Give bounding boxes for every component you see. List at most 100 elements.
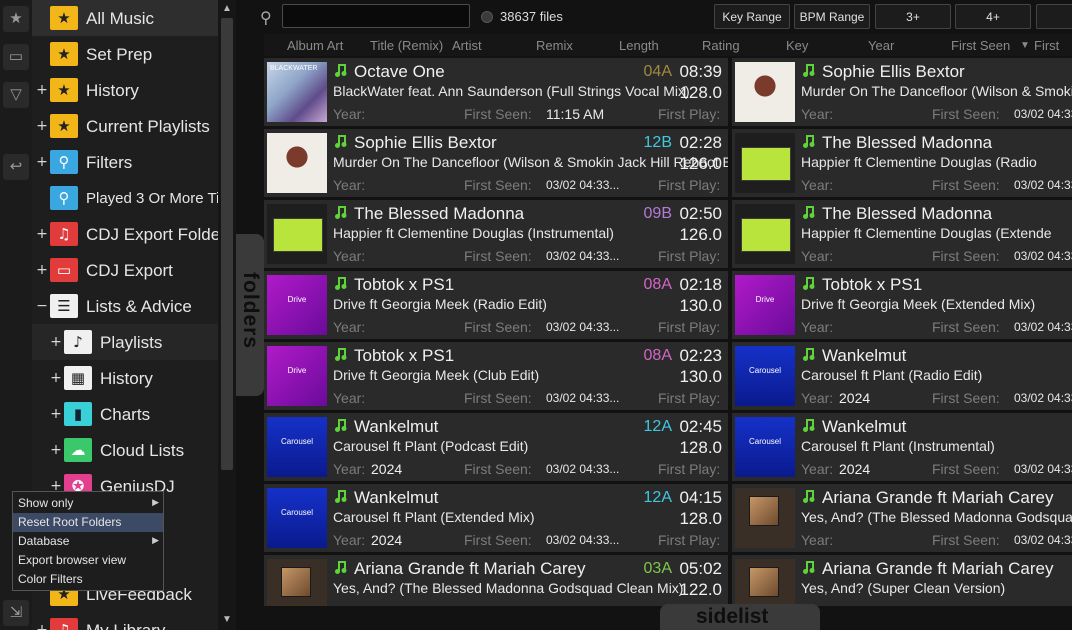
top-toolbar: ⚲ 38637 files Key Range BPM Range 3+ 4+ xyxy=(236,0,1072,34)
track-key: 12A xyxy=(643,489,672,506)
cdj-export-folder-icon: ♫ xyxy=(50,222,78,246)
rating-3plus-button[interactable]: 3+ xyxy=(875,4,951,29)
menu-item-reset-root-folders[interactable]: Reset Root Folders xyxy=(13,513,163,532)
track-card[interactable]: Sophie Ellis Bextor Murder On The Dancefl… xyxy=(732,58,1072,126)
filter-add-icon[interactable]: ▽ xyxy=(3,82,29,108)
folders-panel-handle[interactable]: folders xyxy=(236,234,264,396)
track-card[interactable]: Ariana Grande ft Mariah Carey Yes, And? (… xyxy=(732,484,1072,552)
scroll-thumb[interactable] xyxy=(221,18,233,470)
column-length[interactable]: Length xyxy=(619,38,659,53)
tree-expander[interactable]: + xyxy=(50,370,62,386)
track-title: Happier ft Clementine Douglas (Radio xyxy=(801,154,1037,170)
tree-expander[interactable]: − xyxy=(36,298,48,314)
year-label: Year: xyxy=(801,106,834,122)
track-key: 09B xyxy=(643,205,672,222)
tree-expander[interactable]: + xyxy=(36,622,48,630)
column-remix[interactable]: Remix xyxy=(536,38,573,53)
track-key: 08A xyxy=(643,347,672,364)
file-source-radio[interactable] xyxy=(481,11,493,23)
track-card[interactable]: Ariana Grande ft Mariah Carey Yes, And? (… xyxy=(264,555,728,606)
tree-item-current-playlists[interactable]: + ★ Current Playlists xyxy=(32,108,218,144)
track-card[interactable]: The Blessed Madonna Happier ft Clementine… xyxy=(732,129,1072,197)
tree-item-all-music[interactable]: ★ All Music xyxy=(32,0,218,36)
track-title: Murder On The Dancefloor (Wilson & Smoki… xyxy=(801,83,1072,99)
bpm-range-button[interactable]: BPM Range xyxy=(794,4,870,29)
tree-expander[interactable]: + xyxy=(50,442,62,458)
tree-expander[interactable]: + xyxy=(36,262,48,278)
track-card[interactable]: Ariana Grande ft Mariah Carey Yes, And? (… xyxy=(732,555,1072,606)
first-seen-label: First Seen: xyxy=(932,248,1000,264)
track-card[interactable]: The Blessed Madonna Happier ft Clementine… xyxy=(264,200,728,268)
track-first-seen: 03/02 04:33... xyxy=(1014,178,1072,192)
tree-item-filters[interactable]: + ⚲ Filters xyxy=(32,144,218,180)
back-arrow-icon[interactable]: ↩ xyxy=(3,154,29,180)
album-art xyxy=(735,204,795,264)
tree-expander[interactable]: + xyxy=(36,82,48,98)
column-title[interactable]: Title (Remix) xyxy=(370,38,443,53)
track-year: 2024 xyxy=(839,461,871,477)
tree-item-cdj-export-folder[interactable]: + ♫ CDJ Export Folder xyxy=(32,216,218,252)
year-label: Year: xyxy=(801,461,834,477)
tree-item-history[interactable]: + ▦ History xyxy=(32,360,218,396)
track-card[interactable]: Carousel Wankelmut Carousel ft Plant (Inst… xyxy=(732,413,1072,481)
tree-item-history[interactable]: + ★ History xyxy=(32,72,218,108)
sidelist-panel-handle[interactable]: sidelist xyxy=(660,604,820,630)
column-rating[interactable]: Rating xyxy=(702,38,740,53)
add-folder-icon[interactable]: ▭ xyxy=(3,44,29,70)
tree-expander[interactable]: + xyxy=(36,118,48,134)
tree-item-cloud-lists[interactable]: + ☁ Cloud Lists xyxy=(32,432,218,468)
track-card[interactable]: Drive Tobtok x PS1 Drive ft Georgia Meek (… xyxy=(264,342,728,410)
music-note-icon xyxy=(803,206,815,219)
music-note-icon xyxy=(803,64,815,77)
scroll-up-icon[interactable]: ▲ xyxy=(221,3,233,15)
track-card[interactable]: The Blessed Madonna Happier ft Clementine… xyxy=(732,200,1072,268)
tree-item-label: My Library xyxy=(86,621,165,630)
cloud-folder-icon: ☁ xyxy=(64,438,92,462)
track-card[interactable]: Carousel Wankelmut Carousel ft Plant (Exte… xyxy=(264,484,728,552)
column-artist[interactable]: Artist xyxy=(452,38,482,53)
column-first-seen[interactable]: First Seen xyxy=(951,38,1010,53)
track-bpm: 130.0 xyxy=(679,367,722,386)
track-card[interactable]: Carousel Wankelmut Carousel ft Plant (Podc… xyxy=(264,413,728,481)
tree-item-set-prep[interactable]: ★ Set Prep xyxy=(32,36,218,72)
column-year[interactable]: Year xyxy=(868,38,894,53)
tree-item-cdj-export[interactable]: + ▭ CDJ Export xyxy=(32,252,218,288)
menu-item-export-browser-view[interactable]: Export browser view xyxy=(13,551,163,570)
track-card[interactable]: Drive Tobtok x PS1 Drive ft Georgia Meek (… xyxy=(264,271,728,339)
first-play-label: First Play: xyxy=(658,532,721,548)
tree-item-my-library[interactable]: +♫ My Library xyxy=(32,612,218,630)
menu-item-database[interactable]: Database ▶ xyxy=(13,532,163,551)
menu-item-color-filters[interactable]: Color Filters xyxy=(13,570,163,589)
tree-expander[interactable]: + xyxy=(50,334,62,350)
album-art: Carousel xyxy=(267,488,327,548)
column-key[interactable]: Key xyxy=(786,38,808,53)
column-first-play[interactable]: First xyxy=(1034,38,1059,53)
column-album-art[interactable]: Album Art xyxy=(287,38,343,53)
export-icon[interactable]: ⇲ xyxy=(3,600,29,626)
year-label: Year: xyxy=(801,532,834,548)
tree-expander[interactable]: + xyxy=(50,406,62,422)
album-art: Drive xyxy=(267,275,327,335)
scroll-down-icon[interactable]: ▼ xyxy=(221,614,233,626)
track-card[interactable]: Drive Tobtok x PS1 Drive ft Georgia Meek (… xyxy=(732,271,1072,339)
key-range-button[interactable]: Key Range xyxy=(714,4,790,29)
track-card[interactable]: Sophie Ellis Bextor Murder On The Dancefl… xyxy=(264,129,728,197)
tree-expander[interactable]: + xyxy=(36,226,48,242)
tree-item-playlists[interactable]: + ♪ Playlists xyxy=(32,324,218,360)
track-card[interactable]: BLACKWATER Octave One BlackWater feat. Ann… xyxy=(264,58,728,126)
menu-item-show-only[interactable]: Show only ▶ xyxy=(13,494,163,513)
first-seen-label: First Seen: xyxy=(464,461,532,477)
rating-5plus-button[interactable] xyxy=(1036,4,1072,29)
year-label: Year: xyxy=(333,319,366,335)
track-card[interactable]: Carousel Wankelmut Carousel ft Plant (Radi… xyxy=(732,342,1072,410)
search-input[interactable] xyxy=(282,4,470,28)
tree-scrollbar[interactable]: ▲ ▼ xyxy=(218,0,236,630)
tree-item-played-3-or-more-times[interactable]: ⚲ Played 3 Or More Times xyxy=(32,180,218,216)
star-icon[interactable]: ★ xyxy=(3,6,29,32)
rating-4plus-button[interactable]: 4+ xyxy=(955,4,1031,29)
tree-item-lists-advice[interactable]: − ☰ Lists & Advice xyxy=(32,288,218,324)
tree-expander[interactable]: + xyxy=(36,154,48,170)
album-art-cover xyxy=(273,218,323,252)
tree-item-charts[interactable]: + ▮ Charts xyxy=(32,396,218,432)
track-artist: Octave One xyxy=(354,62,445,81)
